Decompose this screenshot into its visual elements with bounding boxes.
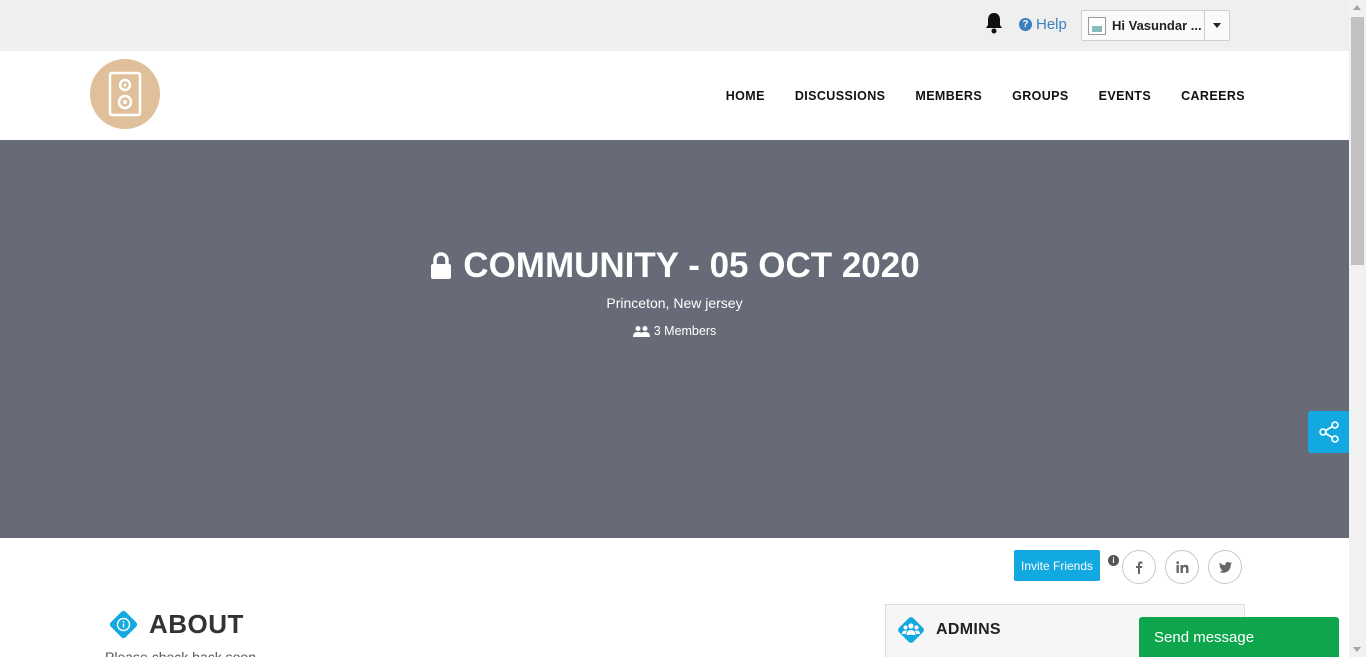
site-logo[interactable] [90, 59, 160, 129]
nav-groups[interactable]: GROUPS [1012, 89, 1069, 103]
help-link[interactable]: ? Help [1019, 16, 1067, 33]
linkedin-share-button[interactable] [1165, 550, 1199, 584]
nav-careers[interactable]: CAREERS [1181, 89, 1245, 103]
share-icon [1318, 421, 1339, 443]
invite-friends-button[interactable]: Invite Friends [1014, 550, 1100, 581]
nav-home[interactable]: HOME [726, 89, 765, 103]
nav-members[interactable]: MEMBERS [915, 89, 982, 103]
about-heading: ABOUT [149, 609, 244, 639]
main-nav: HOME DISCUSSIONS MEMBERS GROUPS EVENTS C… [726, 89, 1245, 103]
admins-users-icon [898, 617, 924, 643]
twitter-icon [1218, 561, 1232, 573]
group-title: COMMUNITY - 05 OCT 2020 [463, 246, 920, 285]
bell-icon[interactable] [984, 12, 1004, 34]
twitter-share-button[interactable] [1208, 550, 1242, 584]
help-label: Help [1036, 16, 1067, 33]
avatar [1088, 16, 1106, 35]
facebook-share-button[interactable] [1122, 550, 1156, 584]
scroll-thumb[interactable] [1351, 17, 1364, 265]
share-button[interactable] [1308, 411, 1349, 453]
site-header: HOME DISCUSSIONS MEMBERS GROUPS EVENTS C… [0, 51, 1349, 140]
lock-icon [431, 252, 452, 279]
user-menu-button[interactable]: Hi Vasundar ... [1082, 11, 1206, 40]
users-icon [632, 325, 650, 337]
speaker-logo-icon [108, 71, 142, 117]
top-utility-bar: ? Help Hi Vasundar ... [0, 0, 1349, 51]
members-label: 3 Members [653, 324, 717, 338]
scroll-up-arrow[interactable] [1353, 5, 1361, 10]
nav-discussions[interactable]: DISCUSSIONS [795, 89, 886, 103]
help-icon: ? [1019, 18, 1032, 31]
send-message-button[interactable]: Send message [1139, 617, 1339, 657]
about-text: Please check back soon [105, 649, 256, 657]
facebook-icon [1136, 561, 1143, 574]
admins-heading: ADMINS [936, 621, 1001, 638]
info-icon[interactable]: i [1108, 555, 1119, 566]
chevron-down-icon [1213, 23, 1222, 28]
user-menu[interactable]: Hi Vasundar ... [1081, 10, 1230, 41]
user-menu-toggle[interactable] [1205, 11, 1229, 40]
user-greeting: Hi Vasundar ... [1112, 18, 1202, 33]
nav-events[interactable]: EVENTS [1099, 89, 1151, 103]
about-info-icon [109, 610, 138, 639]
linkedin-icon [1175, 561, 1188, 573]
group-members-count[interactable]: 3 Members [0, 324, 1349, 338]
group-title-row: COMMUNITY - 05 OCT 2020 [0, 246, 1349, 286]
vertical-scrollbar[interactable] [1349, 0, 1366, 657]
group-location: Princeton, New jersey [606, 295, 743, 311]
group-hero: COMMUNITY - 05 OCT 2020 Princeton, New j… [0, 140, 1349, 538]
scroll-down-arrow[interactable] [1353, 647, 1361, 652]
